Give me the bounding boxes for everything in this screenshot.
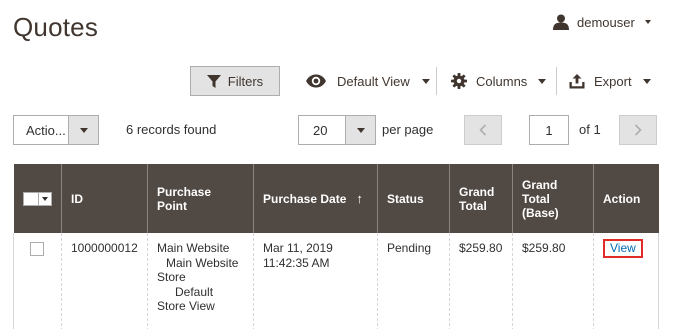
column-header-grand-total-base[interactable]: Grand Total (Base) <box>512 164 594 233</box>
actions-label: Actio... <box>26 122 66 138</box>
cell-grand-total-base: $259.80 <box>512 233 594 329</box>
previous-page-button[interactable] <box>464 115 502 145</box>
chevron-down-icon <box>421 78 430 84</box>
chevron-down-icon <box>41 196 48 201</box>
toolbar-divider <box>436 67 437 95</box>
purchase-point-store: Main Website <box>157 256 244 271</box>
user-icon <box>553 14 569 30</box>
row-select-cell <box>13 233 62 329</box>
purchase-date-time: 11:42:35 AM <box>263 255 330 270</box>
column-header-id[interactable]: ID <box>61 164 148 233</box>
mass-select-checkbox[interactable] <box>22 191 52 206</box>
default-view-dropdown[interactable]: Default View <box>305 70 430 92</box>
mass-select-toggle[interactable] <box>37 192 51 205</box>
column-header-status[interactable]: Status <box>377 164 450 233</box>
cell-purchase-point: Main Website Main Website Store Default … <box>147 233 254 329</box>
row-checkbox[interactable] <box>30 242 44 256</box>
chevron-down-icon <box>538 78 547 84</box>
actions-toggle[interactable] <box>68 116 98 144</box>
actions-dropdown[interactable]: Actio... <box>13 115 99 145</box>
sort-ascending-icon: ↑ <box>356 190 363 206</box>
column-label-purchase-date: Purchase Date <box>263 191 347 206</box>
column-header-purchase-point[interactable]: Purchase Point <box>147 164 254 233</box>
column-header-grand-total[interactable]: Grand Total <box>449 164 513 233</box>
filters-label: Filters <box>227 73 264 89</box>
view-link[interactable]: View <box>603 239 643 258</box>
eye-icon <box>306 74 326 88</box>
records-count: 6 records found <box>126 122 217 137</box>
select-all-box[interactable] <box>24 193 38 205</box>
page-title: Quotes <box>13 12 99 42</box>
per-page-label: per page <box>382 122 434 137</box>
chevron-right-icon <box>634 124 642 136</box>
table-row: 1000000012 Main Website Main Website Sto… <box>13 233 659 329</box>
quotes-grid: ID Purchase Point Purchase Date ↑ Status … <box>13 164 659 329</box>
purchase-point-website: Main Website <box>157 241 230 255</box>
chevron-down-icon <box>356 127 365 133</box>
columns-label: Columns <box>476 73 528 89</box>
column-label-grand-total-line-2: Total <box>459 198 487 213</box>
mass-select-header <box>13 164 62 233</box>
column-label-status: Status <box>387 191 424 206</box>
columns-dropdown[interactable]: Columns <box>451 70 547 92</box>
per-page-toggle[interactable] <box>345 116 375 144</box>
purchase-date-day: Mar 11, 2019 <box>263 241 333 255</box>
column-label-action: Action <box>603 191 641 206</box>
column-label-grand-total-base-line-1: Grand <box>522 177 558 192</box>
column-label-grand-total-base-line-3: (Base) <box>522 205 559 220</box>
chevron-down-icon <box>642 78 651 84</box>
purchase-point-store-line-2: Store <box>157 270 186 284</box>
purchase-point-store-view: Default <box>157 285 244 300</box>
filter-icon <box>206 74 221 88</box>
purchase-point-store-view-line-1: Default <box>175 284 214 299</box>
chevron-down-icon <box>644 20 651 24</box>
gear-icon <box>451 73 467 89</box>
chevron-left-icon <box>479 124 487 136</box>
purchase-point-store-view-line-2: Store View <box>157 299 215 313</box>
purchase-point-store-line-1: Main Website <box>166 255 239 270</box>
default-view-label: Default View <box>337 73 410 89</box>
per-page-select[interactable]: 20 <box>298 115 376 145</box>
user-menu[interactable]: demouser <box>553 12 651 32</box>
cell-action: View <box>593 233 659 329</box>
column-label-grand-total-base-line-2: Total <box>522 191 550 206</box>
cell-purchase-date: Mar 11, 2019 11:42:35 AM <box>253 233 378 329</box>
cell-id: 1000000012 <box>61 233 148 329</box>
cell-grand-total: $259.80 <box>449 233 513 329</box>
chevron-down-icon <box>79 127 88 133</box>
column-label-id: ID <box>71 191 83 206</box>
export-dropdown[interactable]: Export <box>569 70 651 92</box>
column-header-action: Action <box>593 164 659 233</box>
page-total-label: of 1 <box>579 122 601 137</box>
column-header-purchase-date[interactable]: Purchase Date ↑ <box>253 164 378 233</box>
page-number-input[interactable] <box>529 115 569 145</box>
grid-header-row: ID Purchase Point Purchase Date ↑ Status … <box>13 164 659 233</box>
export-label: Export <box>594 73 632 89</box>
user-name: demouser <box>577 14 635 30</box>
export-icon <box>569 73 585 88</box>
column-label-purchase-point: Purchase Point <box>157 184 212 213</box>
column-label-grand-total-line-1: Grand <box>459 184 495 199</box>
cell-status: Pending <box>377 233 450 329</box>
toolbar-divider <box>556 67 557 95</box>
next-page-button[interactable] <box>619 115 657 145</box>
filters-button[interactable]: Filters <box>190 66 280 96</box>
per-page-value: 20 <box>313 122 328 138</box>
